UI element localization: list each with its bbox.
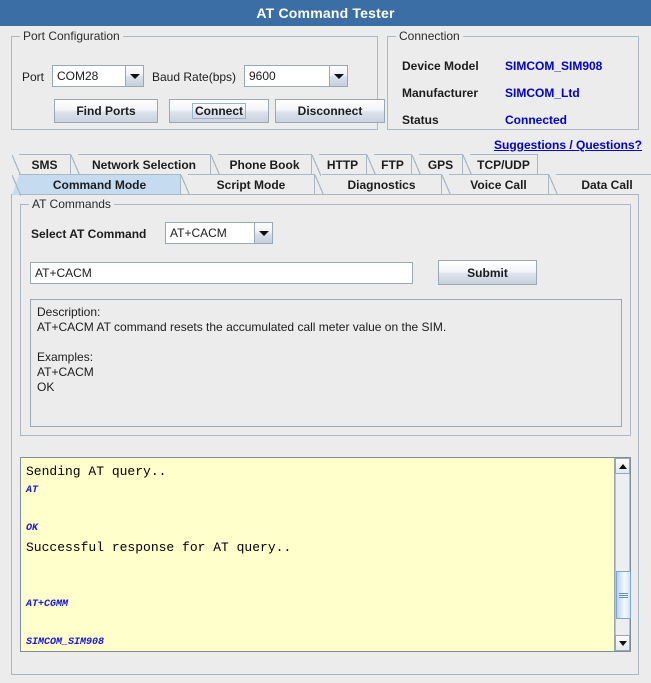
- tab-ftp[interactable]: FTP: [367, 154, 412, 176]
- tab-label: Phone Book: [229, 157, 300, 172]
- scrollbar-up-button[interactable]: [615, 458, 630, 474]
- grip-lines-icon: [619, 592, 628, 598]
- chevron-down-icon: [258, 230, 269, 236]
- tab-label: Data Call: [581, 177, 633, 192]
- connect-button[interactable]: Connect: [169, 99, 269, 123]
- tab-tcp-udp[interactable]: TCP/UDP: [463, 154, 538, 176]
- tab-label: TCP/UDP: [477, 157, 530, 172]
- scrollbar-track[interactable]: [615, 474, 631, 635]
- select-at-command-label: Select AT Command: [31, 227, 147, 241]
- tab-label: FTP: [381, 157, 404, 172]
- at-command-description: Description: AT+CACM AT command resets t…: [30, 299, 622, 427]
- log-console-scrollbar[interactable]: [614, 458, 631, 651]
- baud-rate-combobox-arrow-button[interactable]: [329, 65, 348, 87]
- tab-data-call[interactable]: Data Call: [549, 174, 651, 196]
- at-commands-legend: AT Commands: [29, 197, 114, 211]
- tab-phone-book[interactable]: Phone Book: [211, 154, 312, 176]
- connection-group: Connection Device Model SIMCOM_SIM908 Ma…: [387, 29, 639, 130]
- tab-label: SMS: [31, 157, 58, 172]
- log-line: AT: [26, 485, 39, 496]
- tab-label: Voice Call: [470, 177, 527, 192]
- manufacturer-value: SIMCOM_Ltd: [505, 86, 580, 100]
- tab-label: Network Selection: [91, 157, 197, 172]
- status-label: Status: [402, 113, 439, 127]
- log-line: OK: [26, 523, 39, 534]
- window-title: AT Command Tester: [256, 5, 395, 21]
- tab-network-selection[interactable]: Network Selection: [71, 154, 211, 176]
- tab-label: Diagnostics: [347, 177, 416, 192]
- log-console: Sending AT query.. AT OK Successful respon…: [20, 457, 631, 652]
- at-command-input[interactable]: AT+CACM: [30, 262, 413, 284]
- tab-label: Script Mode: [216, 177, 286, 192]
- at-command-combobox-arrow-button[interactable]: [254, 222, 273, 244]
- log-line: Sending AT query..: [26, 464, 167, 479]
- tab-row-secondary: Command Mode Script Mode Diagnostics Voice …: [11, 174, 651, 196]
- port-configuration-legend: Port Configuration: [20, 29, 123, 43]
- triangle-down-icon: [618, 640, 627, 646]
- suggestions-questions-link[interactable]: Suggestions / Questions?: [494, 138, 642, 152]
- log-line: Successful response for AT query..: [26, 540, 292, 555]
- tab-label: Command Mode: [52, 177, 147, 192]
- disconnect-button[interactable]: Disconnect: [275, 99, 385, 123]
- tab-sms[interactable]: SMS: [12, 154, 71, 176]
- disconnect-button-label: Disconnect: [297, 104, 363, 118]
- main-content-pane: Port Configuration Port COM28 Baud Rate(…: [0, 26, 651, 683]
- log-line: SIMCOM_SIM908: [26, 637, 105, 648]
- tab-script-mode[interactable]: Script Mode: [181, 174, 315, 196]
- scrollbar-down-button[interactable]: [615, 635, 630, 651]
- tab-command-mode[interactable]: Command Mode: [12, 174, 181, 196]
- at-command-combobox-value: AT+CACM: [165, 222, 254, 244]
- device-model-value: SIMCOM_SIM908: [505, 59, 603, 73]
- at-command-combobox[interactable]: AT+CACM: [165, 222, 273, 244]
- port-configuration-group: Port Configuration Port COM28 Baud Rate(…: [11, 29, 385, 130]
- tab-gps[interactable]: GPS: [412, 154, 463, 176]
- log-console-text[interactable]: Sending AT query.. AT OK Successful respon…: [21, 458, 614, 651]
- chevron-down-icon: [129, 73, 140, 79]
- scrollbar-thumb[interactable]: [616, 571, 631, 619]
- tab-voice-call[interactable]: Voice Call: [442, 174, 549, 196]
- submit-button[interactable]: Submit: [438, 260, 537, 285]
- command-mode-panel: AT Commands Select AT Command AT+CACM AT…: [11, 194, 639, 675]
- submit-button-label: Submit: [467, 265, 508, 280]
- find-ports-button-label: Find Ports: [76, 104, 136, 118]
- port-combobox[interactable]: COM28: [52, 65, 144, 87]
- window-title-bar: AT Command Tester: [0, 0, 651, 26]
- tab-row-primary: SMS Network Selection Phone Book HTTP FTP GPS…: [11, 154, 639, 176]
- port-combobox-arrow-button[interactable]: [125, 65, 144, 87]
- find-ports-button[interactable]: Find Ports: [54, 99, 158, 123]
- tab-http[interactable]: HTTP: [312, 154, 367, 176]
- device-model-label: Device Model: [402, 59, 479, 73]
- triangle-up-icon: [618, 463, 627, 469]
- connect-button-label: Connect: [192, 103, 246, 119]
- log-line: AT+CGMM: [26, 599, 69, 610]
- port-combobox-value: COM28: [52, 65, 125, 87]
- port-label: Port: [22, 70, 45, 84]
- manufacturer-label: Manufacturer: [402, 86, 479, 100]
- at-commands-group: AT Commands Select AT Command AT+CACM AT…: [20, 197, 631, 436]
- tab-label: GPS: [427, 157, 454, 172]
- tab-diagnostics[interactable]: Diagnostics: [315, 174, 442, 196]
- chevron-down-icon: [333, 73, 344, 79]
- baud-rate-combobox-value: 9600: [244, 65, 329, 87]
- baud-rate-label: Baud Rate(bps): [152, 70, 237, 84]
- connection-legend: Connection: [396, 29, 463, 43]
- tab-strip: SMS Network Selection Phone Book HTTP FTP GPS…: [11, 154, 651, 196]
- baud-rate-combobox[interactable]: 9600: [244, 65, 348, 87]
- tab-label: HTTP: [326, 157, 359, 172]
- status-value: Connected: [505, 113, 568, 127]
